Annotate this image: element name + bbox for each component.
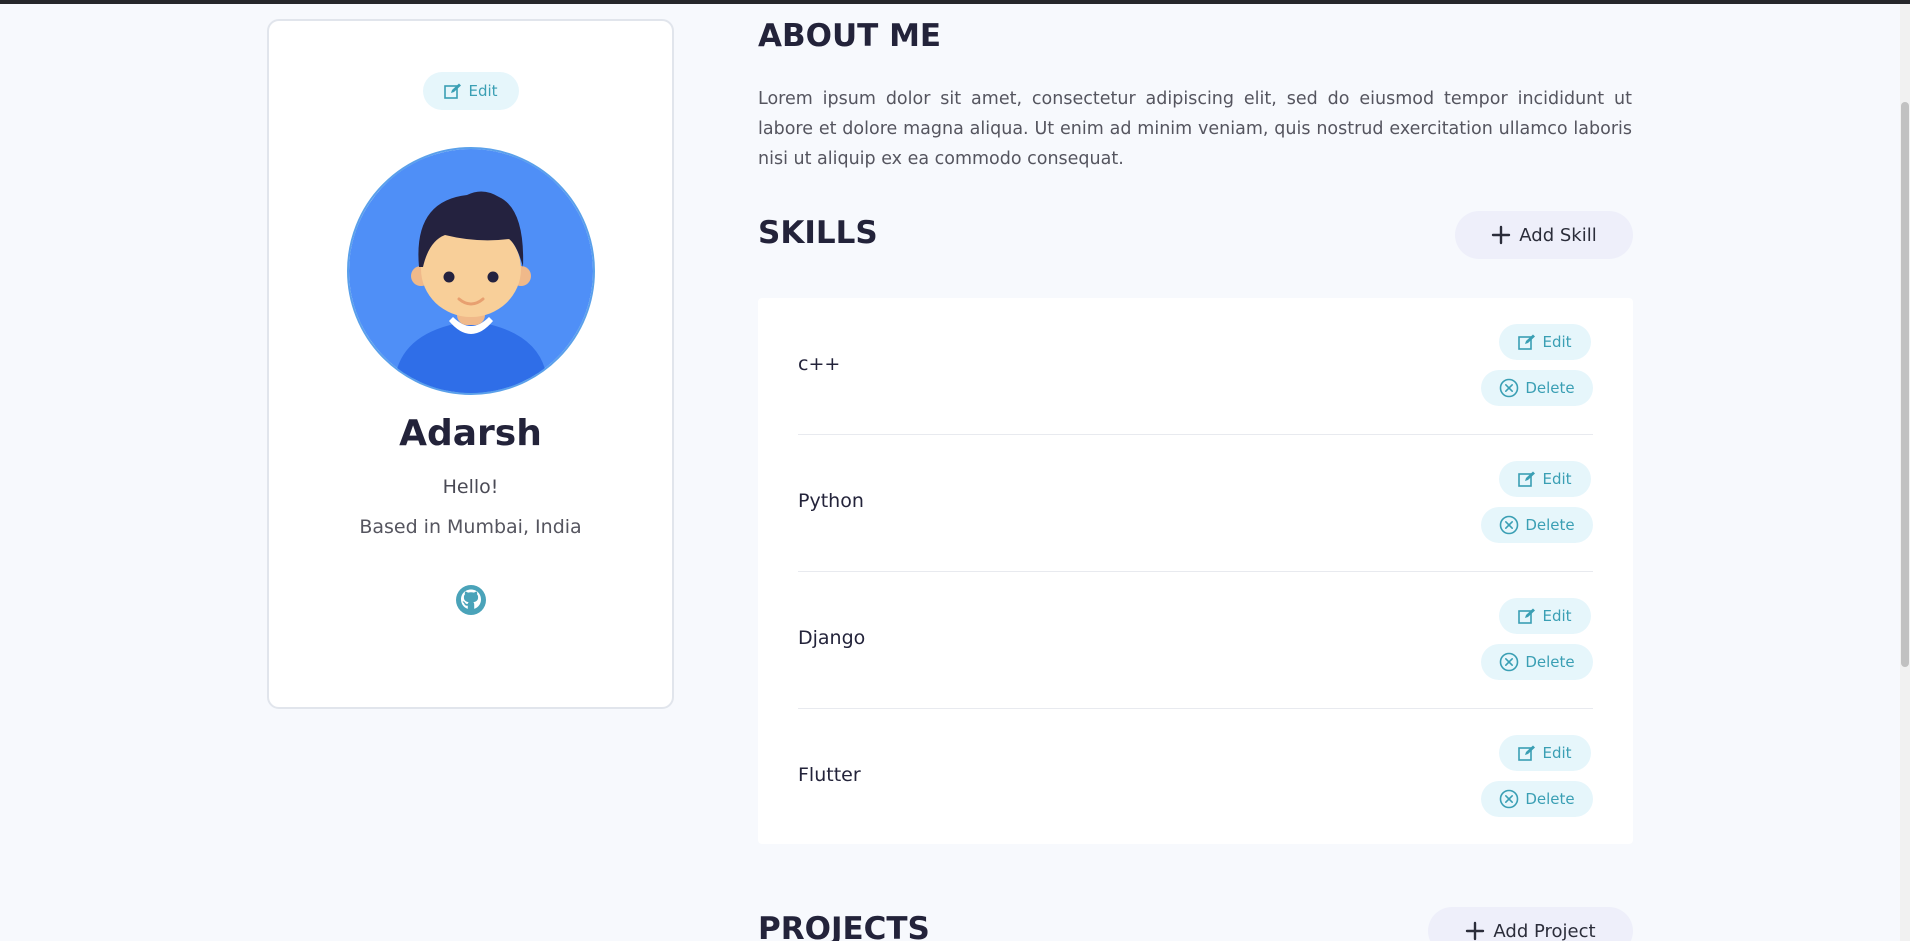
about-title: ABOUT ME [758, 18, 942, 54]
github-icon[interactable] [455, 584, 487, 616]
skill-name: c++ [798, 353, 841, 375]
skill-row: Flutter Edit Delete [798, 709, 1593, 846]
close-circle-icon [1499, 378, 1519, 398]
skill-delete-label: Delete [1525, 790, 1575, 808]
profile-edit-label: Edit [468, 82, 498, 100]
edit-icon [1518, 608, 1536, 624]
projects-title: PROJECTS [758, 911, 930, 941]
close-circle-icon [1499, 515, 1519, 535]
skill-edit-button[interactable]: Edit [1499, 598, 1591, 634]
profile-greeting: Hello! [442, 476, 499, 498]
skills-list: c++ Edit Delete Python Edit Delete Djang… [758, 298, 1633, 844]
skill-delete-button[interactable]: Delete [1481, 781, 1593, 817]
skill-row: c++ Edit Delete [798, 298, 1593, 435]
page: Edit Adarsh Hello! Based in Mumbai, Indi… [0, 0, 1910, 941]
skill-delete-button[interactable]: Delete [1481, 644, 1593, 680]
skill-delete-label: Delete [1525, 516, 1575, 534]
plus-icon [1465, 921, 1485, 941]
about-text: Lorem ipsum dolor sit amet, consectetur … [758, 89, 1632, 169]
close-circle-icon [1499, 789, 1519, 809]
skills-title: SKILLS [758, 215, 878, 251]
add-skill-button[interactable]: Add Skill [1455, 211, 1633, 259]
skill-delete-label: Delete [1525, 379, 1575, 397]
browser-top-bar [0, 0, 1910, 4]
skill-edit-label: Edit [1542, 744, 1572, 762]
skill-name: Python [798, 490, 864, 512]
skill-edit-button[interactable]: Edit [1499, 735, 1591, 771]
close-circle-icon [1499, 652, 1519, 672]
avatar [347, 147, 595, 395]
skill-row: Django Edit Delete [798, 572, 1593, 709]
add-skill-label: Add Skill [1519, 224, 1597, 246]
skill-edit-button[interactable]: Edit [1499, 324, 1591, 360]
add-project-label: Add Project [1493, 920, 1596, 941]
skill-delete-button[interactable]: Delete [1481, 507, 1593, 543]
edit-icon [444, 83, 462, 99]
skill-edit-label: Edit [1542, 333, 1572, 351]
profile-location: Based in Mumbai, India [359, 516, 582, 538]
skill-delete-button[interactable]: Delete [1481, 370, 1593, 406]
scrollbar-thumb[interactable] [1901, 102, 1909, 667]
plus-icon [1491, 225, 1511, 245]
skill-edit-label: Edit [1542, 607, 1572, 625]
edit-icon [1518, 471, 1536, 487]
skill-name: Flutter [798, 764, 861, 786]
profile-name: Adarsh [399, 413, 542, 454]
add-project-button[interactable]: Add Project [1428, 907, 1633, 941]
skill-name: Django [798, 627, 866, 649]
skill-row: Python Edit Delete [798, 435, 1593, 572]
skill-delete-label: Delete [1525, 653, 1575, 671]
skill-edit-button[interactable]: Edit [1499, 461, 1591, 497]
profile-edit-button[interactable]: Edit [423, 72, 519, 110]
skill-edit-label: Edit [1542, 470, 1572, 488]
scrollbar-track[interactable] [1900, 4, 1910, 941]
edit-icon [1518, 334, 1536, 350]
profile-card: Edit Adarsh Hello! Based in Mumbai, Indi… [267, 19, 674, 709]
edit-icon [1518, 745, 1536, 761]
